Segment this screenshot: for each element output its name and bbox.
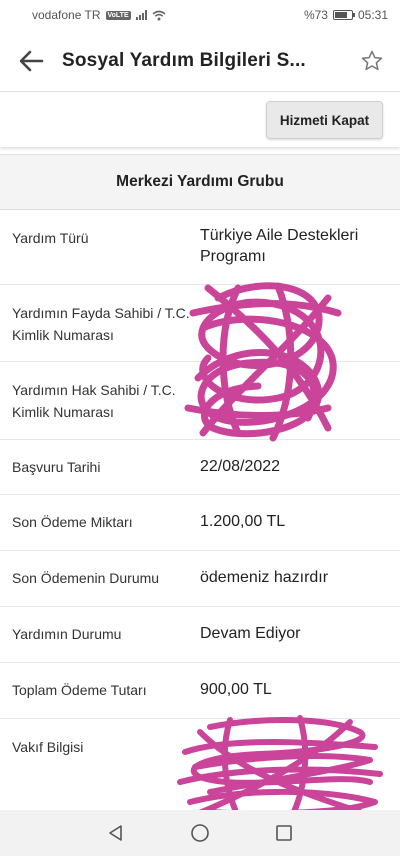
info-row-total-payment: Toplam Ödeme Tutarı 900,00 TL [0,663,400,719]
row-label: Başvuru Tarihi [12,459,101,475]
row-value: Türkiye Aile Destekleri Programı [200,227,359,265]
favorite-button[interactable] [344,30,400,92]
info-row-right-holder: Yardımın Hak Sahibi / T.C. Kimlik Numara… [0,362,400,440]
row-value: 900,00 TL [200,681,272,698]
system-nav-bar [0,810,400,856]
app-bar: Sosyal Yardım Bilgileri S... [0,30,400,92]
panel-heading: Merkezi Yardımı Grubu [0,155,400,210]
clock: 05:31 [357,8,388,22]
arrow-left-icon [19,50,44,71]
row-value: Devam Ediyor [200,625,301,642]
row-label: Yardımın Hak Sahibi / T.C. Kimlik Numara… [12,382,176,420]
star-outline-icon [361,50,383,70]
close-service-button[interactable]: Hizmeti Kapat [266,101,383,139]
info-row-application-date: Başvuru Tarihi 22/08/2022 [0,440,400,495]
row-label: Son Ödemenin Durumu [12,570,160,586]
info-row-aid-status: Yardımın Durumu Devam Ediyor [0,607,400,663]
info-panel: Merkezi Yardımı Grubu Yardım Türü Türkiy… [0,154,400,810]
status-left: vodafone TR VoLTE [32,8,166,22]
row-label: Vakıf Bilgisi [12,739,84,755]
nav-back-triangle-icon [109,825,122,841]
nav-home-button[interactable] [189,822,211,844]
row-value-redacted [200,719,400,810]
row-value: 22/08/2022 [200,458,281,475]
battery-icon [332,10,355,20]
row-label: Son Ödeme Miktarı [12,514,133,530]
info-row-last-payment-amount: Son Ödeme Miktarı 1.200,00 TL [0,495,400,551]
volte-badge: VoLTE [105,10,131,20]
row-label: Toplam Ödeme Tutarı [12,682,147,698]
info-row-last-payment-status: Son Ödemenin Durumu ödemeniz hazırdır [0,551,400,607]
row-label: Yardımın Fayda Sahibi / T.C. Kimlik Numa… [12,305,190,343]
back-button[interactable] [0,30,62,92]
row-value-redacted [200,285,400,361]
page-title: Sosyal Yardım Bilgileri S... [62,49,306,71]
nav-recents-button[interactable] [273,822,295,844]
info-row-foundation: Vakıf Bilgisi [0,719,400,810]
nav-home-circle-icon [191,824,209,842]
status-right: %73 05:31 [304,8,388,22]
nav-back-button[interactable] [105,822,127,844]
row-value: ödemeniz hazırdır [200,569,329,586]
info-row-aid-type: Yardım Türü Türkiye Aile Destekleri Prog… [0,210,400,285]
status-bar: vodafone TR VoLTE %73 05:31 [0,0,400,30]
nav-recents-square-icon [276,825,292,841]
info-row-beneficiary: Yardımın Fayda Sahibi / T.C. Kimlik Numa… [0,285,400,362]
battery-percent: %73 [303,8,328,22]
carrier-name: vodafone TR [32,8,101,22]
row-value-redacted [200,362,400,439]
wifi-icon [152,10,166,20]
row-value: 1.200,00 TL [200,513,286,530]
row-label: Yardımın Durumu [12,626,122,642]
signal-icon [135,10,147,20]
row-label: Yardım Türü [12,230,89,246]
action-row: Hizmeti Kapat [0,93,400,147]
